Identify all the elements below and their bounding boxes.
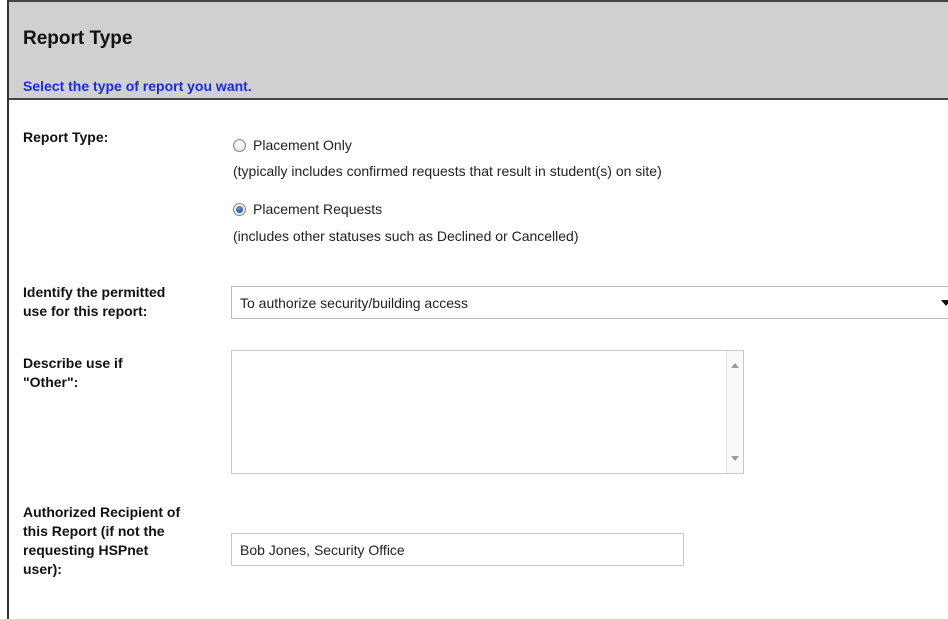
section-header: Report Type Select the type of report yo… [9,0,948,100]
permitted-use-label: Identify the permitted use for this repo… [23,283,165,321]
arrow-down-icon[interactable] [731,456,739,461]
recipient-input[interactable] [231,533,684,566]
permitted-use-label-line1: Identify the permitted [23,284,166,300]
recipient-label-line4: user): [23,561,62,577]
radio-placement-only[interactable]: Placement Only [233,137,352,153]
recipient-label-line2: this Report (if not the [23,523,165,539]
section-instruction: Select the type of report you want. [23,78,252,94]
radio-label-placement-only: Placement Only [253,137,352,153]
permitted-use-label-line2: use for this report: [23,303,148,319]
placement-requests-description: (includes other statuses such as Decline… [233,228,579,244]
describe-use-label-line2: "Other": [23,374,79,390]
describe-use-textarea[interactable] [231,350,744,474]
report-type-label: Report Type: [23,129,109,145]
radio-button-placement-only[interactable] [233,138,246,152]
report-type-panel: Report Type Select the type of report yo… [7,0,948,619]
radio-placement-requests[interactable]: Placement Requests [233,201,382,217]
placement-only-description: (typically includes confirmed requests t… [233,163,662,179]
permitted-use-selected-value: To authorize security/building access [240,295,469,311]
chevron-down-icon[interactable] [941,300,948,306]
textarea-scrollbar[interactable] [726,351,743,473]
permitted-use-select[interactable]: To authorize security/building access [231,286,948,319]
describe-use-label-line1: Describe use if [23,355,123,371]
recipient-label: Authorized Recipient of this Report (if … [23,503,180,579]
recipient-label-line1: Authorized Recipient of [23,504,181,520]
arrow-up-icon[interactable] [731,363,739,368]
describe-use-label: Describe use if "Other": [23,354,123,392]
radio-label-placement-requests: Placement Requests [253,201,383,217]
radio-button-placement-requests[interactable] [233,202,246,216]
section-title: Report Type [23,28,133,49]
recipient-label-line3: requesting HSPnet [23,542,149,558]
